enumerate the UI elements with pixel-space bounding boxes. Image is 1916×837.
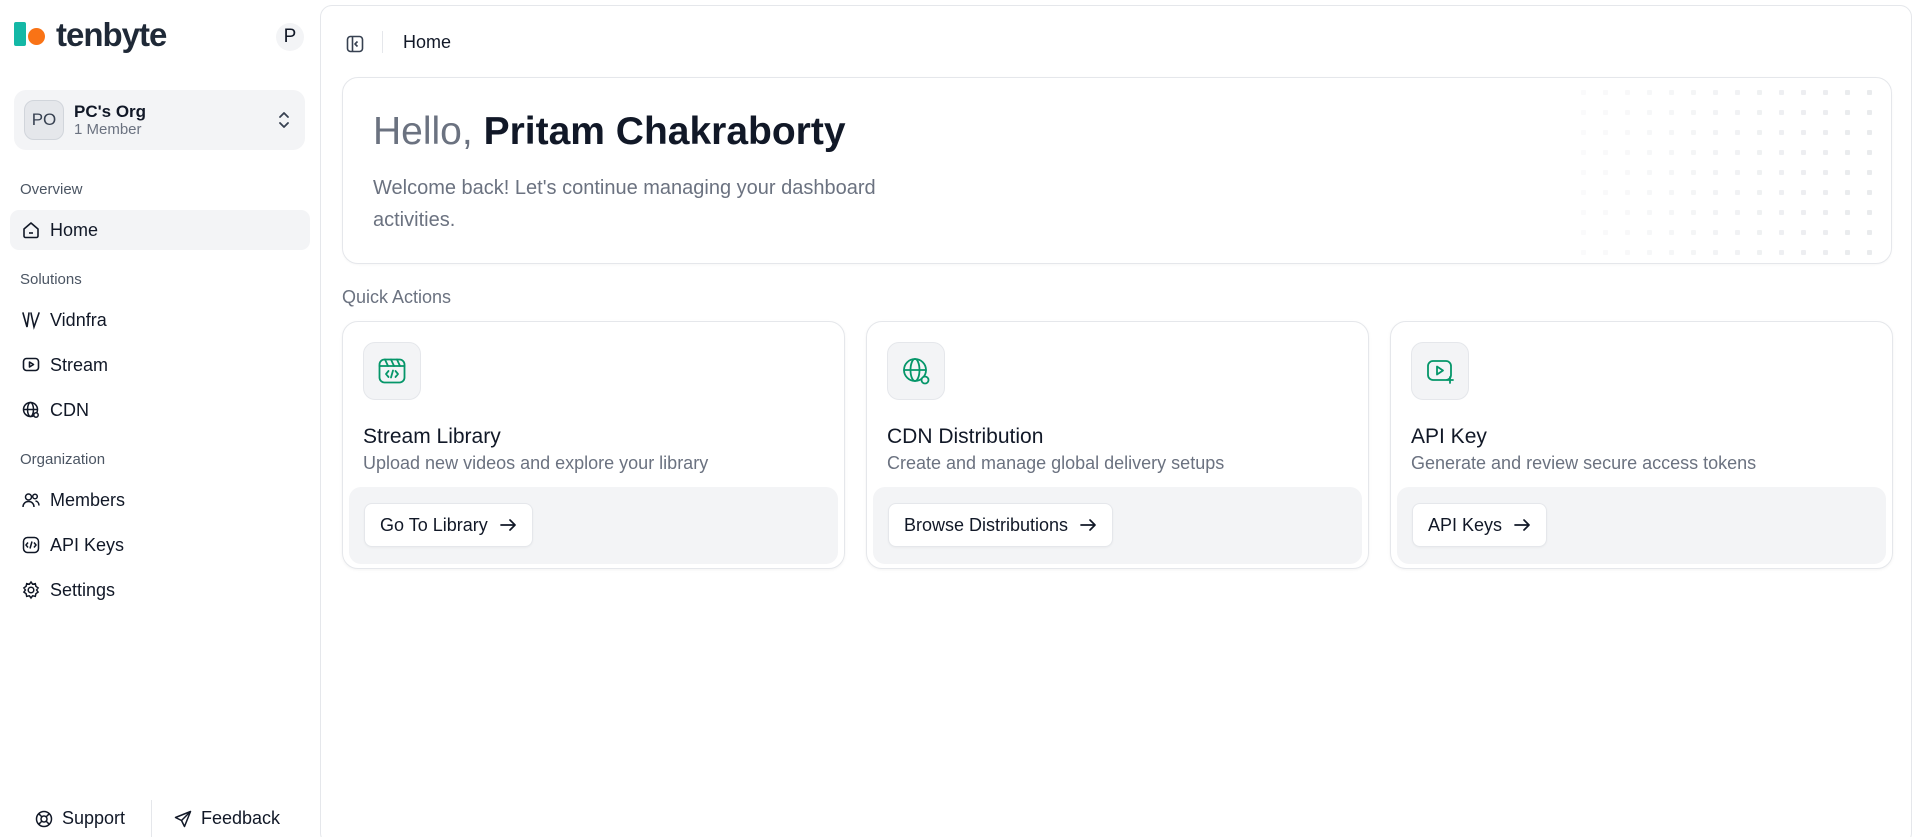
quick-action-card-cdn-distribution: CDN Distribution Create and manage globa… (866, 321, 1369, 569)
topbar: Home (321, 6, 1911, 76)
browse-distributions-button[interactable]: Browse Distributions (888, 503, 1114, 547)
users-icon (20, 489, 42, 511)
api-key-play-icon (1411, 342, 1469, 400)
feedback-link[interactable]: Feedback (173, 808, 280, 829)
dot-pattern-decoration (1581, 90, 1872, 255)
card-footer: Browse Distributions (873, 487, 1362, 564)
button-label: Go To Library (380, 514, 488, 535)
quick-action-card-api-key: API Key Generate and review secure acces… (1390, 321, 1893, 569)
sidebar-item-label: Settings (50, 579, 116, 600)
card-title: API Key (1411, 425, 1487, 448)
welcome-subtitle: Welcome back! Let's continue managing yo… (373, 177, 876, 231)
cdn-globe-icon (887, 342, 945, 400)
card-title: Stream Library (363, 425, 501, 448)
org-avatar: PO (24, 100, 64, 140)
app-root: tenbyte P PO PC's Org 1 Member Overview … (0, 0, 1916, 837)
sidebar-item-label: Stream (50, 354, 109, 375)
topbar-divider (382, 31, 383, 53)
sidebar-item-members[interactable]: Members (10, 480, 310, 520)
stream-library-icon (363, 342, 421, 400)
section-label-solutions: Solutions (20, 271, 82, 288)
section-label-overview: Overview (20, 181, 83, 198)
card-footer: Go To Library (349, 487, 838, 564)
footer-divider (151, 800, 152, 837)
main-panel: Home Hello, Pritam Chakraborty Welcome b… (320, 5, 1912, 837)
sidebar-item-home[interactable]: Home (10, 210, 310, 250)
stream-icon (20, 354, 42, 376)
send-icon (174, 810, 192, 827)
org-info: PC's Org 1 Member (74, 102, 146, 139)
org-switcher[interactable]: PO PC's Org 1 Member (14, 90, 305, 150)
card-description: Generate and review secure access tokens (1411, 453, 1757, 473)
button-label: API Keys (1428, 514, 1503, 535)
chevron-up-down-icon (279, 112, 289, 128)
gear-icon (20, 579, 42, 601)
support-link[interactable]: Support (34, 808, 125, 829)
user-avatar[interactable]: P (276, 23, 304, 51)
user-name: Pritam Chakraborty (483, 110, 846, 153)
quick-actions-label: Quick Actions (342, 287, 452, 307)
globe-icon (20, 399, 42, 421)
brand-logo[interactable]: tenbyte (14, 16, 167, 53)
org-name: PC's Org (74, 101, 147, 121)
feedback-label: Feedback (201, 808, 281, 828)
vidnfra-icon (20, 309, 42, 331)
sidebar-item-vidnfra[interactable]: Vidnfra (10, 300, 310, 340)
section-label-organization: Organization (20, 451, 106, 468)
sidebar-item-label: Vidnfra (50, 309, 107, 330)
arrow-right-icon (499, 519, 516, 531)
org-member-count: 1 Member (74, 121, 142, 139)
go-to-library-button[interactable]: Go To Library (364, 503, 533, 547)
support-label: Support (62, 808, 126, 828)
sidebar-item-label: Home (50, 219, 99, 240)
greeting: Hello, (373, 110, 473, 153)
api-key-icon (20, 534, 42, 556)
arrow-right-icon (1080, 519, 1096, 531)
api-keys-button[interactable]: API Keys (1412, 503, 1548, 547)
card-footer: API Keys (1397, 487, 1886, 564)
quick-action-card-stream-library: Stream Library Upload new videos and exp… (342, 321, 845, 569)
sidebar-item-settings[interactable]: Settings (10, 570, 310, 610)
lifebuoy-icon (35, 810, 53, 827)
page-title: Hello, Pritam Chakraborty (373, 110, 846, 154)
sidebar: tenbyte P PO PC's Org 1 Member Overview … (0, 0, 320, 837)
sidebar-item-label: Members (50, 489, 126, 510)
card-description: Create and manage global delivery setups (887, 453, 1225, 473)
home-icon (20, 219, 42, 241)
card-title: CDN Distribution (887, 425, 1044, 448)
sidebar-toggle-icon[interactable] (345, 34, 365, 54)
sidebar-item-label: CDN (50, 399, 89, 420)
sidebar-footer: Support Feedback (0, 800, 320, 837)
breadcrumb: Home (403, 32, 452, 52)
card-description: Upload new videos and explore your libra… (363, 453, 709, 473)
welcome-banner: Hello, Pritam Chakraborty Welcome back! … (342, 77, 1892, 264)
brand-name: tenbyte (56, 16, 167, 53)
sidebar-item-stream[interactable]: Stream (10, 345, 310, 385)
sidebar-item-label: API Keys (50, 534, 125, 555)
arrow-right-icon (1514, 519, 1530, 531)
sidebar-item-api-keys[interactable]: API Keys (10, 525, 310, 565)
button-label: Browse Distributions (904, 514, 1069, 535)
brand-mark-icon (14, 20, 48, 50)
sidebar-item-cdn[interactable]: CDN (10, 390, 310, 430)
